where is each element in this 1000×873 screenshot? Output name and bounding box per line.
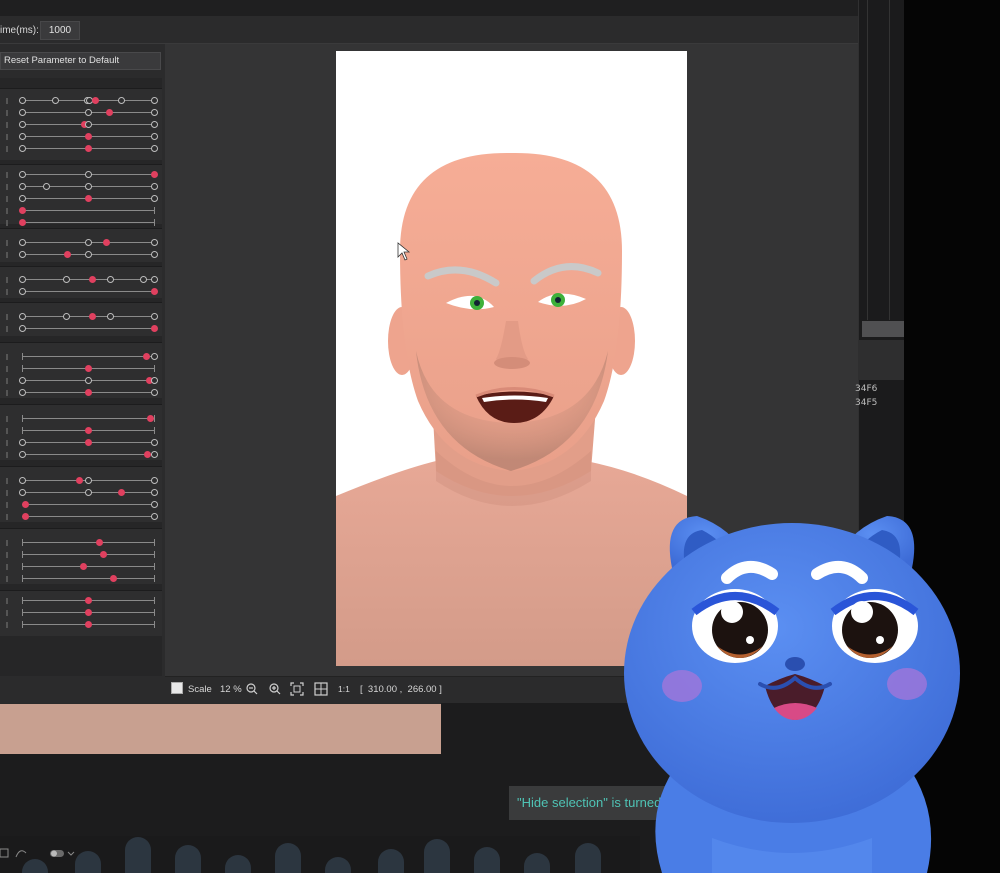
right-panel-list — [858, 340, 904, 380]
parameter-slider[interactable] — [0, 169, 162, 181]
right-panel-header — [862, 321, 904, 337]
parameter-slider[interactable] — [0, 595, 162, 607]
parameter-group — [0, 266, 162, 298]
parameter-slider[interactable] — [0, 475, 162, 487]
parameter-group — [0, 590, 162, 636]
parameter-slider[interactable] — [0, 363, 162, 375]
parameter-slider[interactable] — [0, 193, 162, 205]
background-color-swatch[interactable] — [171, 682, 183, 694]
background-preview-strip — [0, 703, 441, 754]
parameter-group — [0, 164, 162, 226]
parameter-group — [0, 466, 162, 522]
list-item-label: 34F5 — [855, 398, 878, 408]
parameter-slider[interactable] — [0, 95, 162, 107]
parameter-slider[interactable] — [0, 499, 162, 511]
parameter-slider[interactable] — [0, 205, 162, 217]
parameter-slider[interactable] — [0, 375, 162, 387]
reset-parameter-button[interactable]: Reset Parameter to Default — [0, 52, 161, 70]
fit-to-frame-icon[interactable] — [314, 682, 328, 696]
parameter-slider[interactable] — [0, 107, 162, 119]
parameter-slider[interactable] — [0, 561, 162, 573]
parameter-slider[interactable] — [0, 425, 162, 437]
time-settings-row: ime(ms): 1000 — [0, 18, 858, 44]
parameter-slider[interactable] — [0, 274, 162, 286]
parameter-slider[interactable] — [0, 181, 162, 193]
parameter-slider[interactable] — [0, 323, 162, 335]
parameter-group — [0, 88, 162, 160]
zoom-in-icon[interactable] — [268, 682, 282, 696]
scale-value[interactable]: 12 % — [220, 684, 242, 695]
parameter-slider[interactable] — [0, 131, 162, 143]
parameter-slider[interactable] — [0, 607, 162, 619]
actual-size-button[interactable]: 1:1 — [338, 684, 350, 694]
parameter-slider[interactable] — [0, 449, 162, 461]
parameter-panel — [0, 78, 162, 676]
bottom-toolbar-icons — [0, 848, 75, 858]
grid-icon[interactable] — [0, 848, 9, 858]
parameter-slider[interactable] — [0, 619, 162, 631]
parameter-slider[interactable] — [0, 311, 162, 323]
parameter-group — [0, 342, 162, 398]
parameter-group — [0, 404, 162, 460]
parameter-slider[interactable] — [0, 387, 162, 399]
parameter-group — [0, 302, 162, 336]
parameter-slider[interactable] — [0, 237, 162, 249]
parameter-slider[interactable] — [0, 537, 162, 549]
parameter-group — [0, 228, 162, 262]
chevron-down-icon[interactable] — [67, 851, 75, 856]
parameter-slider[interactable] — [0, 351, 162, 363]
parameter-slider[interactable] — [0, 249, 162, 261]
time-label: ime(ms): — [0, 25, 39, 36]
curve-icon[interactable] — [15, 850, 27, 858]
parameter-slider[interactable] — [0, 437, 162, 449]
zoom-out-icon[interactable] — [245, 682, 259, 696]
parameter-slider[interactable] — [0, 549, 162, 561]
list-item-label: 34F6 — [855, 384, 878, 394]
parameter-slider[interactable] — [0, 511, 162, 523]
parameter-slider[interactable] — [0, 119, 162, 131]
parameter-slider[interactable] — [0, 286, 162, 298]
fit-to-window-icon[interactable] — [290, 682, 304, 696]
parameter-group — [0, 528, 162, 584]
scale-label: Scale — [188, 684, 212, 695]
time-input[interactable]: 1000 — [40, 21, 80, 40]
mascot-avatar — [624, 516, 960, 873]
parameter-slider[interactable] — [0, 413, 162, 425]
cursor-coordinates: [ 310.00 , 266.00 ] — [360, 684, 442, 695]
window-top-strip — [0, 0, 858, 16]
parameter-slider[interactable] — [0, 143, 162, 155]
parameter-slider[interactable] — [0, 487, 162, 499]
parameter-slider[interactable] — [0, 573, 162, 585]
